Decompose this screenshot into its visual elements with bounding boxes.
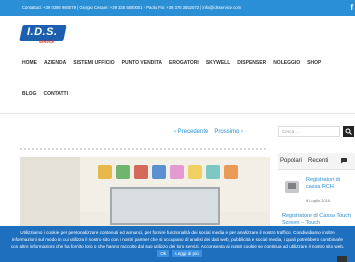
- sidebar-post-date: 8 Luglio 2016: [306, 198, 331, 203]
- nav-item-punto-vendita[interactable]: PUNTO VENDITA: [122, 60, 162, 66]
- photo-door: [20, 157, 80, 232]
- page: Contattaci: +39 0386 960079 | Giorgio Ce…: [0, 0, 355, 262]
- post-thumbnail[interactable]: [285, 181, 299, 193]
- sidebar-post-title-2[interactable]: Registratore di Cassa Touch Screen – Tou…: [282, 213, 355, 227]
- sidebar-post-title[interactable]: Registratori di cassa RCH: [306, 177, 355, 191]
- comments-icon[interactable]: [340, 157, 348, 166]
- search-input[interactable]: Cerca ...: [278, 126, 340, 137]
- photo-artwork: [170, 165, 184, 179]
- main-nav-row2: BLOG CONTATTI: [22, 91, 68, 97]
- nav-item-skywell[interactable]: SKYWELL: [206, 60, 230, 66]
- nav-item-dispenser[interactable]: DISPENSER: [237, 60, 266, 66]
- search-button[interactable]: [343, 126, 354, 137]
- cookie-text: Utilizziamo i cookie per personalizzare …: [10, 230, 345, 249]
- nav-item-azienda[interactable]: AZIENDA: [44, 60, 66, 66]
- scroll-to-top-button[interactable]: [337, 256, 347, 262]
- next-post-link[interactable]: Prossimo ›: [214, 129, 243, 135]
- site-logo[interactable]: I.D.S. SERVICE: [19, 25, 67, 45]
- featured-image: [20, 157, 270, 232]
- nav-item-shop[interactable]: SHOP: [307, 60, 321, 66]
- photo-whiteboard: [110, 187, 220, 225]
- tab-recent[interactable]: Recenti: [308, 158, 328, 164]
- photo-artwork: [206, 165, 220, 179]
- nav-item-blog[interactable]: BLOG: [22, 91, 36, 97]
- cookie-banner: Utilizziamo i cookie per personalizzare …: [0, 226, 355, 262]
- header-divider: [0, 113, 355, 114]
- sidebar-tabs: Popolari Recenti: [278, 153, 355, 170]
- content-divider: [20, 148, 266, 150]
- cookie-buttons: Ok Leggi di più: [157, 250, 202, 257]
- logo-text: I.D.S.: [27, 26, 58, 38]
- photo-artwork: [116, 165, 130, 179]
- nav-item-home[interactable]: HOME: [22, 60, 37, 66]
- photo-artwork: [134, 165, 148, 179]
- cookie-ok-button[interactable]: Ok: [157, 250, 170, 257]
- search-icon: [345, 128, 352, 135]
- facebook-icon[interactable]: f: [350, 0, 353, 16]
- tab-popular[interactable]: Popolari: [280, 158, 302, 164]
- cookie-read-more-button[interactable]: Leggi di più: [172, 250, 202, 257]
- prev-post-link[interactable]: ‹ Precedente: [174, 129, 208, 135]
- nav-item-contatti[interactable]: CONTATTI: [43, 91, 68, 97]
- photo-artwork: [224, 165, 238, 179]
- post-navigation: ‹ Precedente Prossimo ›: [174, 129, 243, 135]
- nav-item-erogatori[interactable]: EROGATORI: [169, 60, 199, 66]
- nav-item-noleggio[interactable]: NOLEGGIO: [273, 60, 300, 66]
- contact-topbar: Contattaci: +39 0386 960079 | Giorgio Ce…: [0, 0, 355, 16]
- photo-artwork: [188, 165, 202, 179]
- photo-artwork: [152, 165, 166, 179]
- main-nav: HOME AZIENDA SISTEMI UFFICIO PUNTO VENDI…: [22, 60, 321, 66]
- photo-artwork: [98, 165, 112, 179]
- contact-info: Contattaci: +39 0386 960079 | Giorgio Ce…: [22, 5, 242, 10]
- nav-item-sistemi-ufficio[interactable]: SISTEMI UFFICIO: [73, 60, 114, 66]
- logo-subtext: SERVICE: [39, 40, 55, 44]
